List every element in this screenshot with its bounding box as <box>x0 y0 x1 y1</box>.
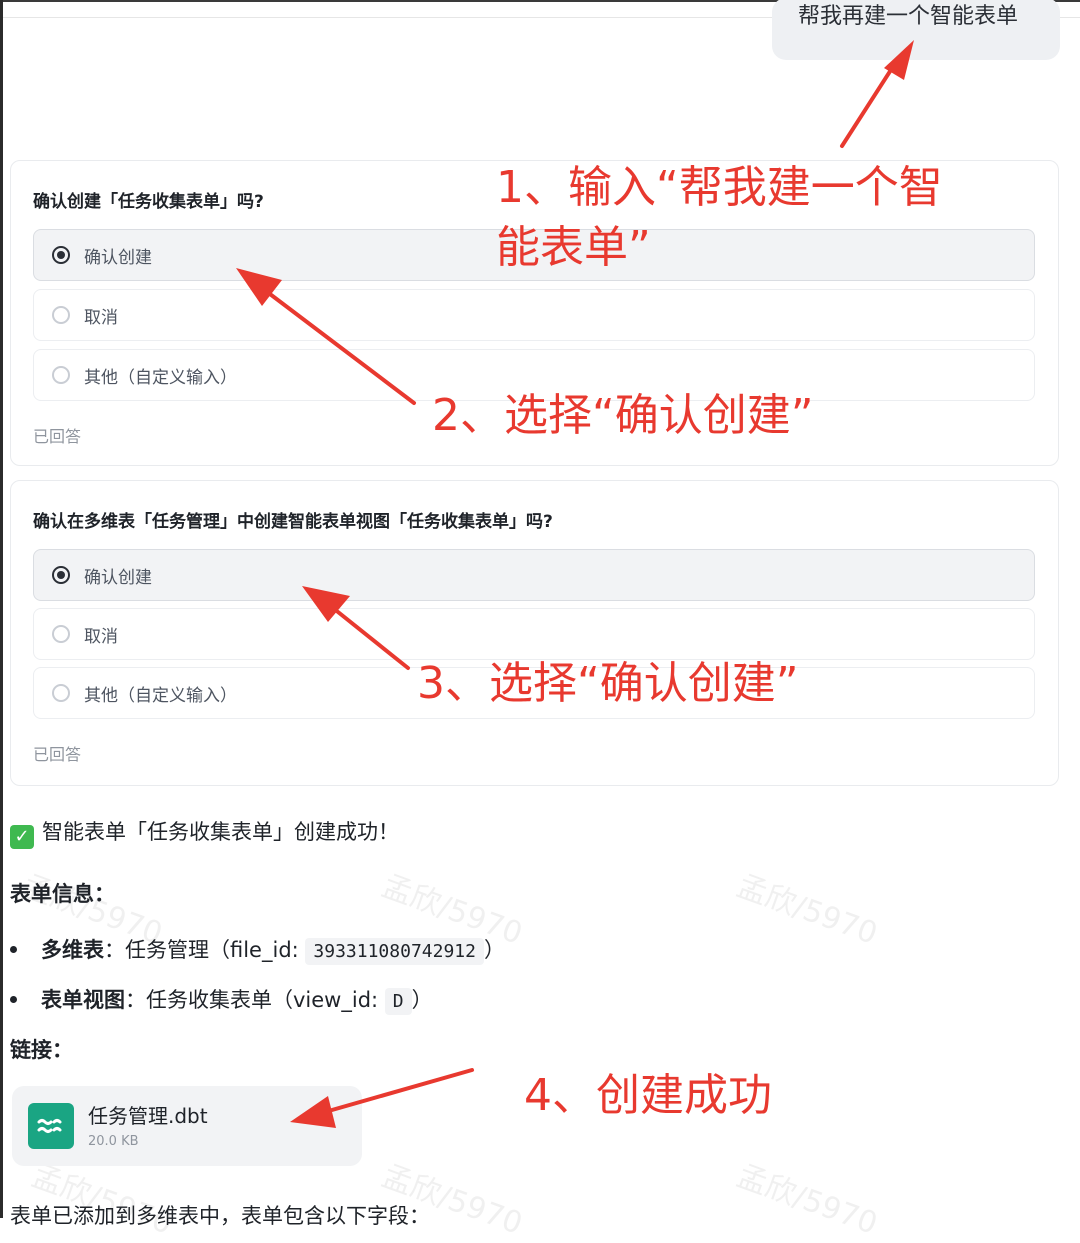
arrow-step1 <box>840 60 898 148</box>
arrow-step2 <box>260 286 416 405</box>
arrow-step4 <box>316 1068 474 1116</box>
arrow-step3 <box>326 602 410 670</box>
arrow-step4-head <box>290 1096 336 1128</box>
annotation-arrows <box>236 40 914 1128</box>
